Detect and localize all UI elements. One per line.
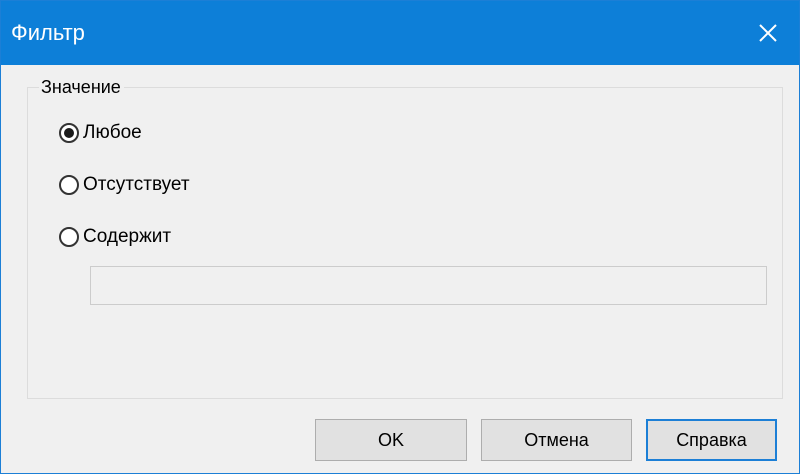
value-group-label: Значение [39,76,124,98]
radio-unchecked-icon [59,227,79,247]
radio-any-label: Любое [83,122,142,143]
cancel-button[interactable]: Отмена [481,419,632,461]
radio-checked-icon [59,123,79,143]
window-title: Фильтр [11,20,85,45]
radio-absent[interactable]: Отсутствует [59,171,190,199]
close-button[interactable] [737,1,799,65]
radio-any[interactable]: Любое [59,119,142,147]
radio-unchecked-icon [59,175,79,195]
radio-absent-label: Отсутствует [83,174,190,195]
contains-text-input[interactable] [90,266,767,305]
radio-contains[interactable]: Содержит [59,223,171,251]
filter-dialog: Фильтр Значение Любое Отсутствует Содерж… [0,0,800,474]
help-button[interactable]: Справка [646,419,777,461]
radio-contains-label: Содержит [83,226,172,247]
close-icon [759,24,777,42]
title-bar[interactable]: Фильтр [1,1,799,65]
ok-button[interactable]: OK [315,419,467,461]
